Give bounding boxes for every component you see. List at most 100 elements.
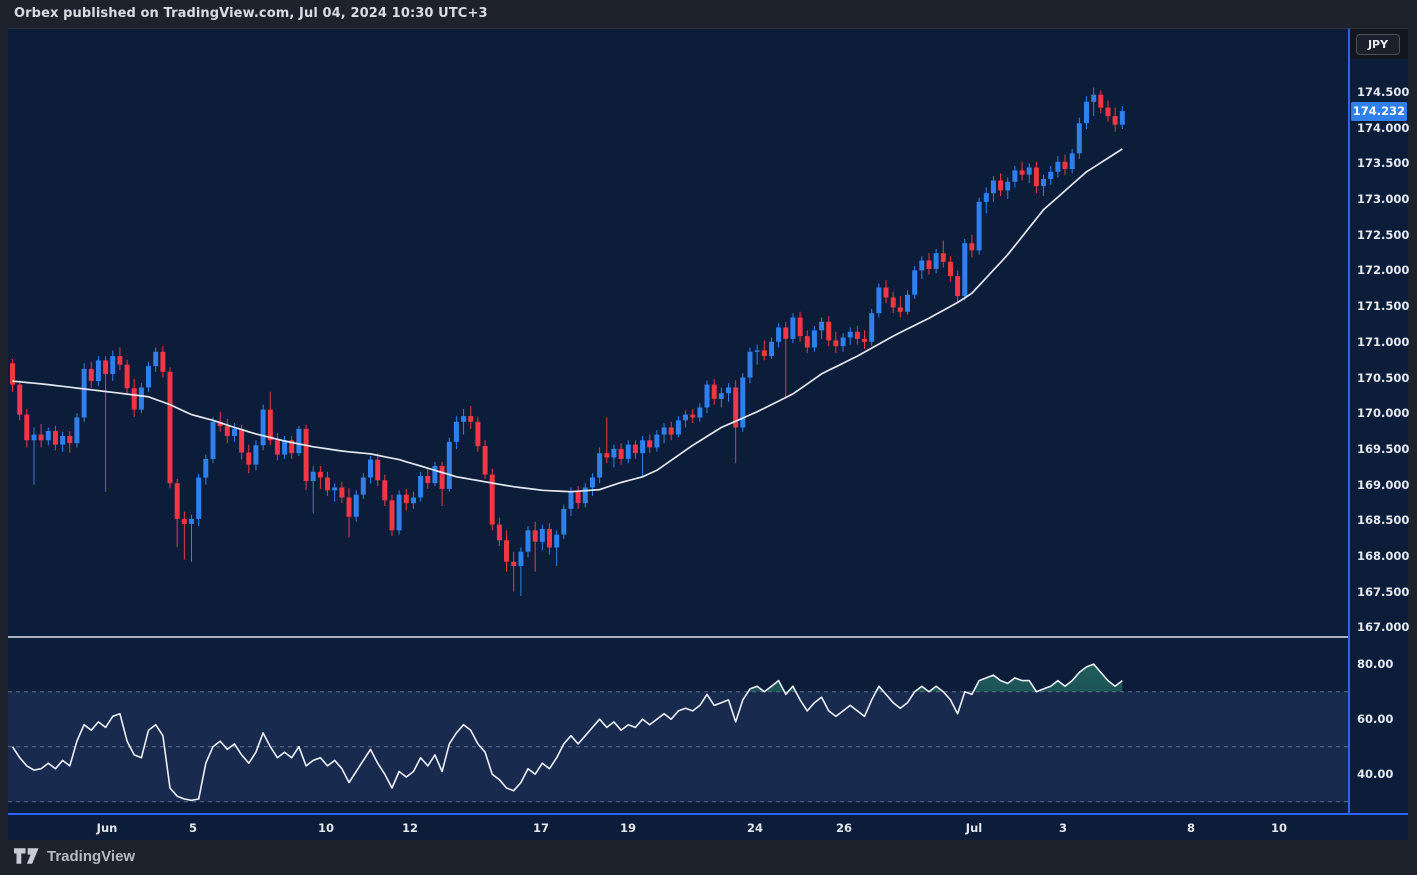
price-axis-label: 173.500	[1357, 156, 1409, 170]
chart-widget: Jun5101217192426Jul3810 JPY 174.500174.0…	[8, 28, 1408, 840]
candle	[683, 410, 688, 427]
candle	[289, 436, 294, 459]
ma-line	[13, 149, 1123, 492]
candle	[10, 359, 15, 392]
candle	[339, 482, 344, 503]
candle	[447, 438, 452, 492]
candle	[475, 417, 480, 452]
footer: TradingView	[0, 840, 1417, 875]
time-axis-label: Jun	[97, 821, 118, 835]
candle	[1120, 106, 1125, 129]
candle	[404, 489, 409, 510]
price-axis-label: 171.500	[1357, 299, 1409, 313]
candle	[196, 474, 201, 526]
candle	[740, 373, 745, 432]
candle	[304, 425, 309, 491]
candle	[189, 515, 194, 562]
candle	[296, 426, 301, 456]
candle	[977, 198, 982, 255]
candle	[862, 330, 867, 349]
candle	[1034, 162, 1039, 193]
candle	[583, 483, 588, 507]
candle	[805, 330, 810, 353]
candle	[282, 436, 287, 459]
rsi-pane[interactable]	[8, 638, 1348, 813]
candle	[697, 403, 702, 422]
candle	[597, 448, 602, 484]
price-axis-header: JPY	[1350, 29, 1408, 59]
candle	[432, 462, 437, 486]
candle	[526, 526, 531, 557]
candle	[32, 428, 37, 485]
candle	[203, 455, 208, 485]
candle	[318, 466, 323, 489]
price-axis-label: 169.000	[1357, 478, 1409, 492]
price-axis-label: 173.000	[1357, 192, 1409, 206]
candle	[884, 280, 889, 303]
candle	[1084, 96, 1089, 129]
candle	[211, 417, 216, 463]
candle	[798, 312, 803, 342]
currency-badge[interactable]: JPY	[1356, 34, 1400, 55]
candle	[246, 445, 251, 474]
candle	[676, 416, 681, 437]
candle	[1012, 166, 1017, 187]
candle	[934, 249, 939, 273]
candle	[898, 296, 903, 317]
candle	[67, 431, 72, 453]
candlestick-chart	[8, 29, 1348, 636]
candle	[168, 368, 173, 489]
candle	[748, 348, 753, 384]
candle	[125, 360, 130, 394]
time-axis-label: 24	[747, 821, 763, 835]
candle	[755, 345, 760, 365]
candle	[540, 525, 545, 551]
candle	[611, 445, 616, 468]
candle	[82, 363, 87, 422]
price-axis-label: 168.000	[1357, 549, 1409, 563]
candle	[826, 316, 831, 346]
candle	[912, 266, 917, 299]
candle	[991, 176, 996, 202]
tradingview-published-chart: Orbex published on TradingView.com, Jul …	[0, 0, 1417, 875]
candle	[454, 416, 459, 449]
time-axis[interactable]: Jun5101217192426Jul3810	[8, 813, 1408, 841]
candle	[347, 488, 352, 537]
price-axis-label: 174.000	[1357, 121, 1409, 135]
candle	[182, 512, 187, 560]
candle	[869, 309, 874, 346]
price-axis-label: 167.000	[1357, 620, 1409, 634]
candle	[783, 322, 788, 399]
candle	[146, 362, 151, 392]
candle	[669, 422, 674, 441]
rsi-axis-label: 40.00	[1357, 767, 1393, 781]
candle	[812, 326, 817, 352]
tradingview-link[interactable]: TradingView	[14, 847, 135, 865]
candle	[640, 436, 645, 476]
candle	[626, 440, 631, 463]
candle	[776, 323, 781, 347]
candle	[53, 426, 58, 450]
candle	[1077, 118, 1082, 159]
candle	[962, 239, 967, 300]
candle	[1098, 90, 1103, 113]
candle	[96, 356, 101, 386]
candle	[927, 253, 932, 275]
price-axis-label: 167.500	[1357, 585, 1409, 599]
candle	[654, 430, 659, 452]
candle	[554, 530, 559, 566]
candle	[425, 469, 430, 489]
time-axis-label: 10	[1271, 821, 1287, 835]
candle	[604, 418, 609, 464]
candle	[969, 235, 974, 258]
candle	[690, 409, 695, 423]
candle	[984, 188, 989, 214]
candle	[1063, 155, 1068, 175]
candle	[855, 326, 860, 345]
price-pane[interactable]	[8, 29, 1348, 636]
price-axis[interactable]: JPY 174.500174.000173.500173.000172.5001…	[1348, 29, 1408, 813]
candle	[769, 338, 774, 359]
candle	[919, 256, 924, 279]
candle	[719, 388, 724, 408]
candle	[1106, 100, 1111, 121]
